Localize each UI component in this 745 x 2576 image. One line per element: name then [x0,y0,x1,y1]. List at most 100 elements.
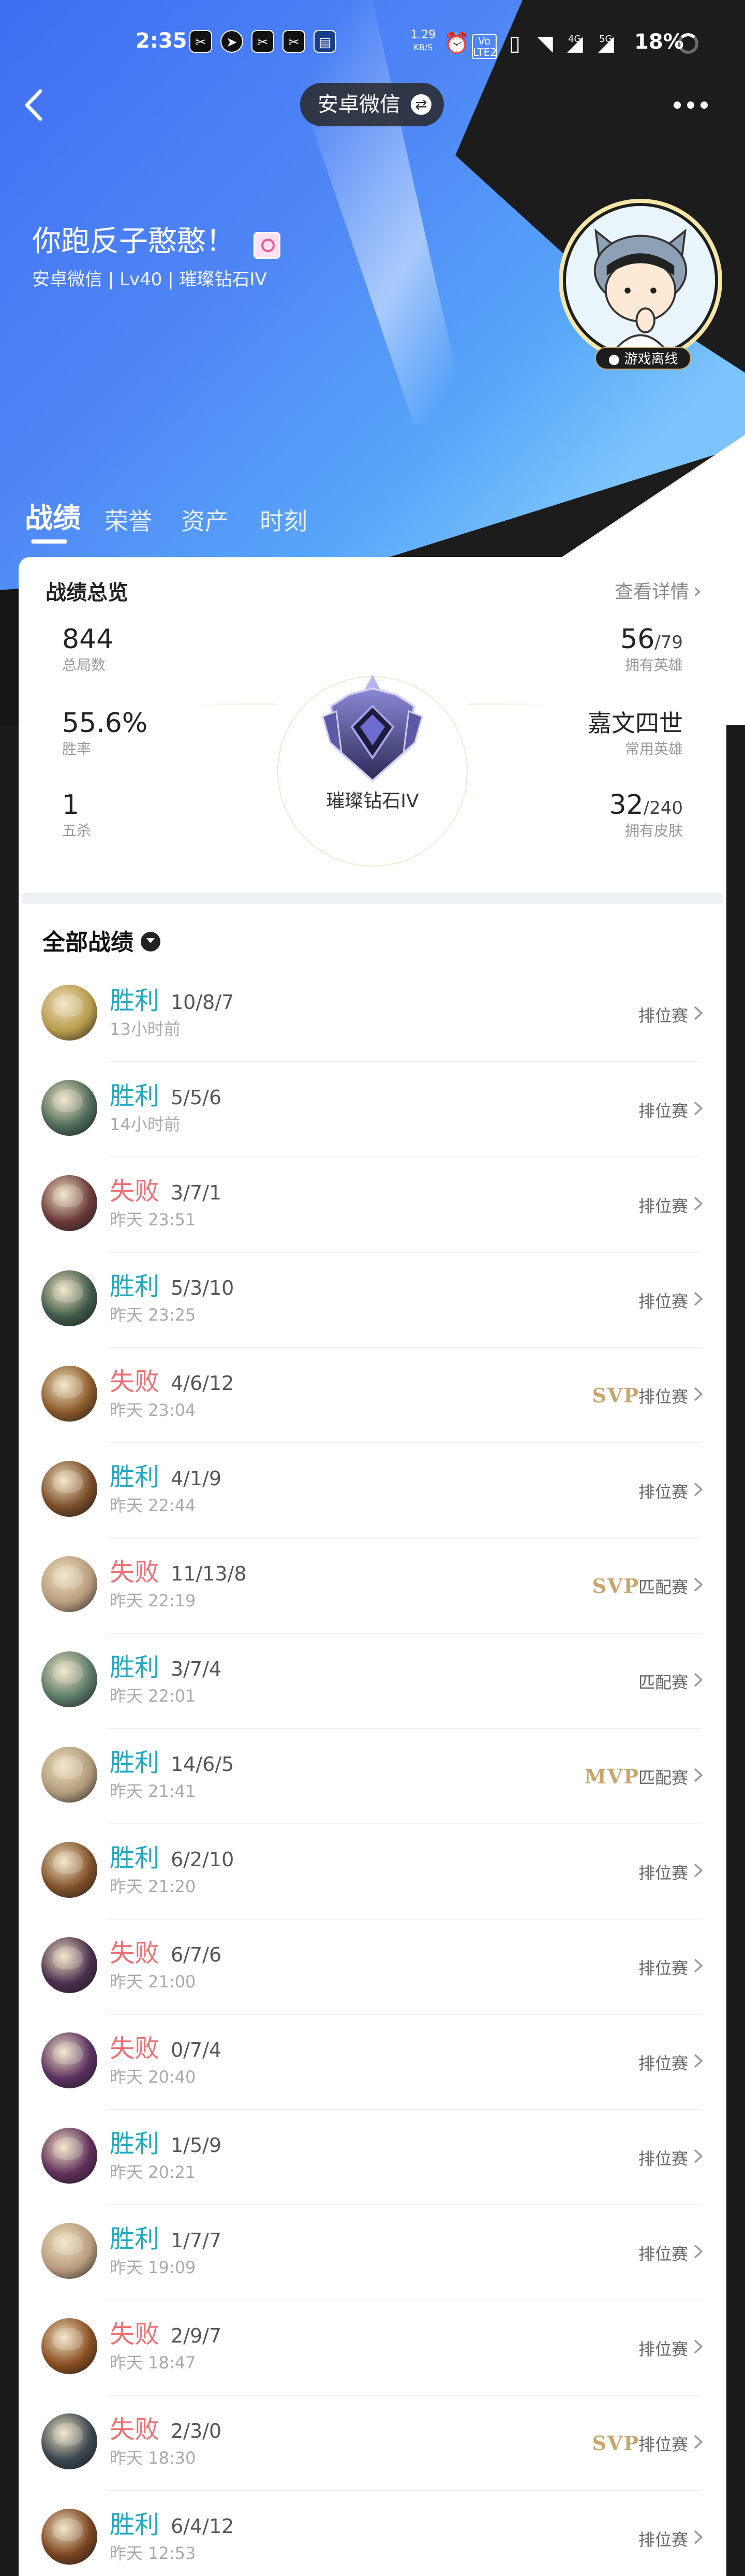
hero-avatar [41,1937,97,1993]
match-kda: 1/5/9 [171,2134,222,2157]
match-row[interactable]: 胜利 4/1/9 昨天 22:44 排位赛 [19,1443,726,1539]
chevron-right-icon [694,1102,703,1115]
match-mode: 排位赛 [638,2054,688,2073]
diamond-rank-emblem-icon[interactable] [312,670,433,790]
match-result: 失败 [110,1939,160,1968]
match-kda: 3/7/4 [171,1658,222,1680]
back-arrow-icon[interactable] [20,87,51,123]
battery-icon [678,33,698,54]
chevron-right-icon [694,1197,703,1210]
more-options-icon[interactable] [673,97,709,113]
match-time: 昨天 22:19 [110,1591,196,1611]
match-result: 失败 [110,2034,160,2063]
match-row[interactable]: 胜利 14/6/5 昨天 21:41 MVP 匹配赛 [19,1729,726,1824]
hero-avatar [41,2128,97,2184]
match-row[interactable]: 失败 2/9/7 昨天 18:47 排位赛 [19,2301,726,2396]
match-time: 14小时前 [110,1115,181,1134]
chevron-right-icon [694,2245,703,2258]
overview-title: 战绩总览 [46,581,128,605]
tab-assets[interactable]: 资产 [181,503,229,539]
match-row[interactable]: 失败 11/13/8 昨天 22:19 SVP 匹配赛 [19,1539,726,1634]
capcut-icon: ✂ [251,30,274,53]
match-row[interactable]: 胜利 6/2/10 昨天 21:20 排位赛 [19,1824,726,1920]
status-indicators: 1.29 KB/S ⏰ Vo LTE2 ▯ ◥ 4G ◢ 5G ◢ 18% [409,27,729,59]
match-row[interactable]: 失败 2/3/0 昨天 18:30 SVP 排位赛 [19,2396,726,2491]
match-time: 昨天 12:53 [110,2543,196,2563]
view-details-label: 查看详情 [614,581,689,603]
match-mode: 匹配赛 [638,1577,688,1597]
match-row[interactable]: 失败 4/6/12 昨天 23:04 SVP 排位赛 [19,1348,726,1443]
match-kda: 14/6/5 [171,1753,234,1776]
chevron-right-icon [694,2435,703,2449]
match-row[interactable]: 胜利 5/3/10 昨天 23:25 排位赛 [19,1253,726,1348]
common-hero-value: 嘉文四世 [588,709,683,737]
match-mode: 匹配赛 [638,1768,688,1788]
all-records-filter[interactable]: 全部战绩 [42,924,160,957]
match-mode: 排位赛 [638,2149,688,2169]
view-details-link[interactable]: 查看详情 › [615,577,702,604]
app-icon: ▤ [314,30,336,53]
search-badge-icon[interactable] [254,232,280,259]
match-result: 胜利 [110,1843,160,1872]
hero-avatar [41,2509,97,2565]
chevron-right-icon [694,1768,703,1782]
hero-avatar [41,2318,97,2374]
active-tab-indicator [31,539,67,544]
platform-switch-button[interactable]: 安卓微信 ⇄ [300,83,444,126]
match-time: 昨天 23:51 [110,1210,196,1230]
match-mode: 排位赛 [638,2339,688,2359]
hero-avatar [41,1461,97,1517]
match-row[interactable]: 胜利 6/4/12 昨天 12:53 排位赛 [19,2491,726,2576]
match-result: 失败 [110,2415,160,2444]
wifi-icon: ◥ [537,32,553,55]
match-time: 昨天 21:20 [110,1877,196,1896]
match-time: 昨天 23:04 [110,1400,196,1420]
tab-moments[interactable]: 时刻 [260,503,307,539]
match-row[interactable]: 失败 0/7/4 昨天 20:40 排位赛 [19,2015,726,2110]
alarm-icon: ⏰ [444,32,470,55]
hero-avatar [41,2413,97,2469]
match-kda: 6/7/6 [171,1943,222,1966]
tab-records[interactable]: 战绩 [25,500,81,536]
chevron-right-icon [694,1959,703,1972]
match-row[interactable]: 失败 3/7/1 昨天 23:51 排位赛 [19,1158,726,1253]
decorative-line [468,704,571,705]
status-bar: 2:35 ✂ ➤ ✂ ✂ ▤ 1.29 KB/S ⏰ Vo LTE2 ▯ ◥ 4… [0,21,745,62]
performance-badge: SVP [592,1384,639,1407]
match-kda: 11/13/8 [171,1562,247,1585]
match-time: 昨天 19:09 [110,2258,196,2277]
match-mode: 排位赛 [638,1006,688,1026]
swap-icon: ⇄ [411,94,431,115]
chevron-right-icon [694,1864,703,1877]
match-mode: 排位赛 [638,1292,688,1311]
tab-honors[interactable]: 荣誉 [105,503,152,539]
hero-avatar [41,1175,97,1231]
capcut-icon: ✂ [189,30,212,53]
match-result: 胜利 [110,2510,160,2539]
match-row[interactable]: 失败 6/7/6 昨天 21:00 排位赛 [19,1920,726,2015]
chevron-right-icon [694,1578,703,1591]
records-card: 战绩总览 查看详情 › 844 总局数 55.6% 胜率 1 五杀 56/79 拥… [19,557,726,2576]
match-time: 昨天 18:30 [110,2448,196,2468]
match-result: 失败 [110,1558,160,1587]
match-kda: 5/3/10 [171,1277,234,1299]
match-kda: 5/5/6 [171,1086,222,1109]
match-kda: 4/6/12 [171,1372,234,1395]
avatar-frame[interactable] [559,199,722,362]
match-row[interactable]: 胜利 3/7/4 昨天 22:01 匹配赛 [19,1634,726,1729]
chevron-right-icon [694,1673,703,1687]
status-time: 2:35 [136,29,187,53]
match-row[interactable]: 胜利 1/7/7 昨天 19:09 排位赛 [19,2205,726,2301]
match-result: 胜利 [110,2224,160,2253]
player-subtitle: 安卓微信 | Lv40 | 璀璨钻石IV [32,269,267,290]
hero-avatar [41,1556,97,1612]
match-mode: 排位赛 [638,1387,688,1407]
chevron-down-icon [141,932,160,952]
chevron-right-icon [694,2340,703,2353]
match-mode: 排位赛 [638,1196,688,1216]
match-mode: 排位赛 [638,2244,688,2264]
match-row[interactable]: 胜利 10/8/7 13小时前 排位赛 [19,967,726,1062]
match-row[interactable]: 胜利 5/5/6 14小时前 排位赛 [19,1062,726,1158]
match-row[interactable]: 胜利 1/5/9 昨天 20:21 排位赛 [19,2110,726,2205]
match-mode: 排位赛 [638,1958,688,1978]
